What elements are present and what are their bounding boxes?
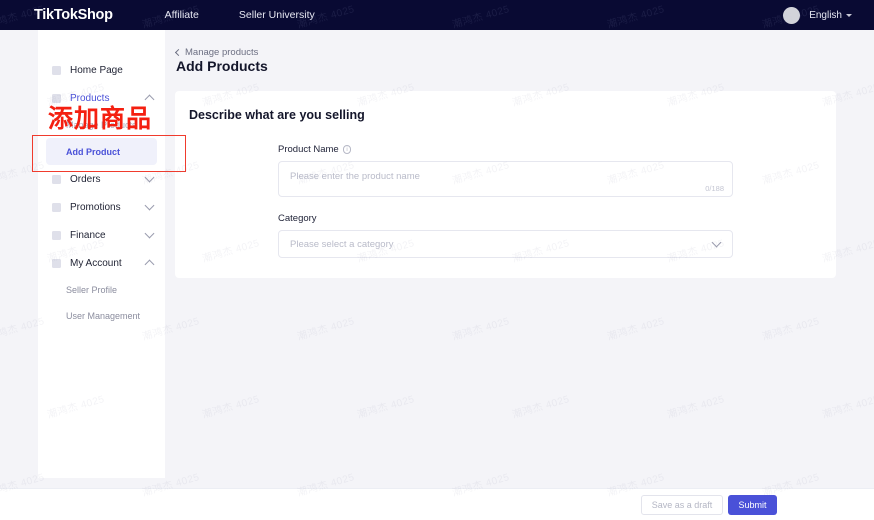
product-name-label: Product Name	[278, 144, 339, 155]
top-bar-right-group: English	[783, 7, 852, 24]
describe-product-card: Describe what are you selling Product Na…	[175, 91, 836, 278]
sidebar-item-orders[interactable]: Orders	[38, 165, 165, 193]
product-name-input[interactable]: Please enter the product name 0/188	[278, 161, 733, 197]
card-title: Describe what are you selling	[189, 108, 365, 122]
promotions-icon	[52, 203, 61, 212]
sidebar-subitem-add-product[interactable]: Add Product	[46, 138, 157, 165]
tiktokshop-logo[interactable]: TikTokShop	[34, 7, 113, 23]
chevron-down-icon	[712, 237, 722, 247]
breadcrumb-label: Manage products	[185, 47, 258, 58]
sidebar-item-my-account[interactable]: My Account	[38, 249, 165, 277]
top-nav-item-affiliate[interactable]: Affiliate	[165, 9, 199, 21]
product-name-character-counter: 0/188	[705, 184, 724, 193]
chevron-down-icon	[145, 200, 155, 210]
chevron-left-icon	[175, 49, 182, 56]
page-title: Add Products	[176, 58, 268, 74]
sidebar-item-finance[interactable]: Finance	[38, 221, 165, 249]
annotation-text: 添加商品	[48, 106, 152, 131]
app-root: TikTokShop Affiliate Seller University E…	[0, 0, 874, 520]
chevron-up-icon	[145, 259, 155, 269]
breadcrumb[interactable]: Manage products	[176, 47, 258, 58]
category-select[interactable]: Please select a category	[278, 230, 733, 258]
category-placeholder: Please select a category	[290, 239, 394, 250]
save-as-draft-button[interactable]: Save as a draft	[641, 495, 723, 515]
sidebar-navigation: Home Page Products Manage Products Add P…	[38, 30, 165, 478]
language-label: English	[809, 10, 842, 21]
orders-icon	[52, 175, 61, 184]
submit-button[interactable]: Submit	[728, 495, 777, 515]
chevron-down-icon	[846, 14, 852, 17]
main-content: Manage products Add Products Describe wh…	[165, 30, 874, 488]
finance-icon	[52, 231, 61, 240]
sidebar-item-label: Finance	[70, 230, 106, 241]
category-label: Category	[278, 213, 317, 224]
user-avatar-icon[interactable]	[783, 7, 800, 24]
sidebar-subitem-seller-profile[interactable]: Seller Profile	[38, 277, 165, 303]
product-name-field-group: Product Name i Please enter the product …	[278, 144, 733, 197]
category-field-group: Category Please select a category	[278, 213, 733, 258]
footer-action-bar: Save as a draft Submit	[0, 488, 874, 520]
top-nav-links: Affiliate Seller University	[165, 9, 315, 21]
chevron-down-icon	[145, 228, 155, 238]
top-nav-item-seller-university[interactable]: Seller University	[239, 9, 315, 21]
chevron-up-icon	[145, 94, 155, 104]
sidebar-item-promotions[interactable]: Promotions	[38, 193, 165, 221]
category-label-row: Category	[278, 213, 733, 224]
sidebar-item-label: Products	[70, 93, 109, 104]
top-navigation-bar: TikTokShop Affiliate Seller University E…	[0, 0, 874, 30]
info-icon[interactable]: i	[343, 145, 352, 154]
product-name-placeholder: Please enter the product name	[290, 171, 420, 182]
sidebar-item-label: My Account	[70, 258, 122, 269]
sidebar-subitem-user-management[interactable]: User Management	[38, 303, 165, 329]
account-icon	[52, 259, 61, 268]
chevron-down-icon	[145, 172, 155, 182]
home-icon	[52, 66, 61, 75]
sidebar-item-label: Promotions	[70, 202, 121, 213]
product-name-label-row: Product Name i	[278, 144, 733, 155]
sidebar-item-label: Orders	[70, 174, 101, 185]
sidebar-item-home-page[interactable]: Home Page	[38, 56, 165, 84]
language-selector[interactable]: English	[809, 10, 852, 21]
sidebar-item-label: Home Page	[70, 65, 123, 76]
products-icon	[52, 94, 61, 103]
